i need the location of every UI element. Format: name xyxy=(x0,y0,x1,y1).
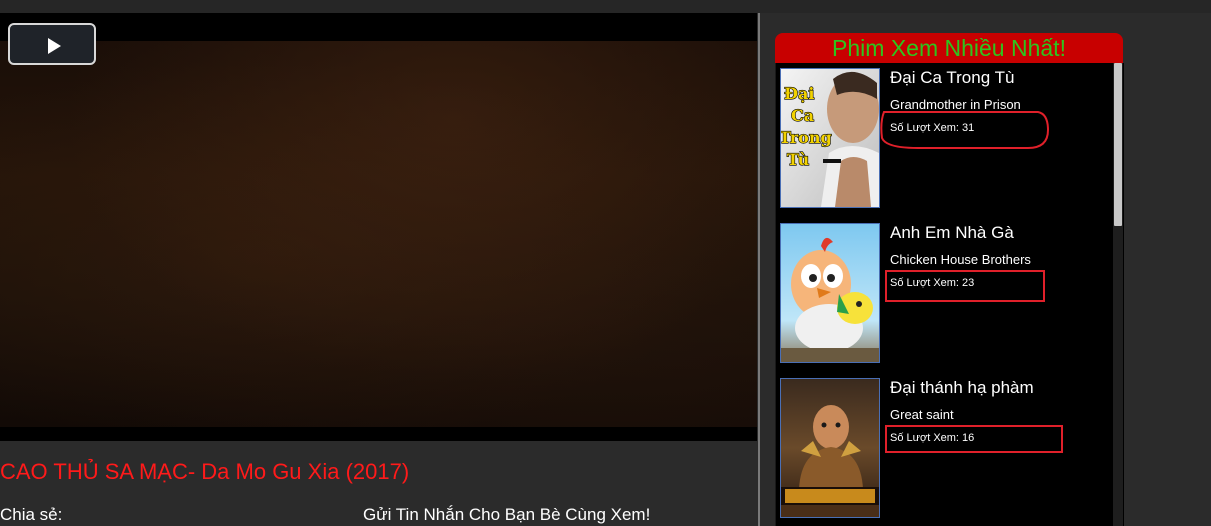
movie-item-subtitle: Great saint xyxy=(890,407,954,422)
play-button[interactable] xyxy=(8,23,96,65)
movie-poster[interactable] xyxy=(780,378,880,518)
vertical-divider xyxy=(758,13,760,526)
top-bar xyxy=(0,0,1211,13)
panel-header: Phim Xem Nhiều Nhất! xyxy=(775,33,1123,63)
movie-title: CAO THỦ SA MẠC- Da Mo Gu Xia (2017) xyxy=(0,459,410,484)
highlight-box xyxy=(885,425,1063,453)
movie-poster[interactable] xyxy=(780,223,880,363)
video-player[interactable] xyxy=(0,13,757,441)
poster-text: Ca xyxy=(791,106,814,125)
movie-poster[interactable]: Đại Ca Trong Tù xyxy=(780,68,880,208)
highlight-box xyxy=(885,270,1045,302)
movie-item-title[interactable]: Đại thánh hạ phàm xyxy=(890,378,1034,398)
movie-item-subtitle: Chicken House Brothers xyxy=(890,252,1031,267)
play-icon xyxy=(48,38,61,54)
highlight-oval xyxy=(880,111,1050,149)
poster-text: Tù xyxy=(787,150,810,169)
movie-item-title[interactable]: Đại Ca Trong Tù xyxy=(890,68,1014,88)
video-frame xyxy=(0,41,757,427)
poster-text: Trong xyxy=(781,128,832,147)
scrollbar-thumb[interactable] xyxy=(1114,63,1122,226)
send-message-link[interactable]: Gửi Tin Nhắn Cho Bạn Bè Cùng Xem! xyxy=(363,505,650,525)
movie-item-title[interactable]: Anh Em Nhà Gà xyxy=(890,223,1014,243)
share-label: Chia sẻ: xyxy=(0,505,63,524)
poster-text: Đại xyxy=(784,84,814,103)
